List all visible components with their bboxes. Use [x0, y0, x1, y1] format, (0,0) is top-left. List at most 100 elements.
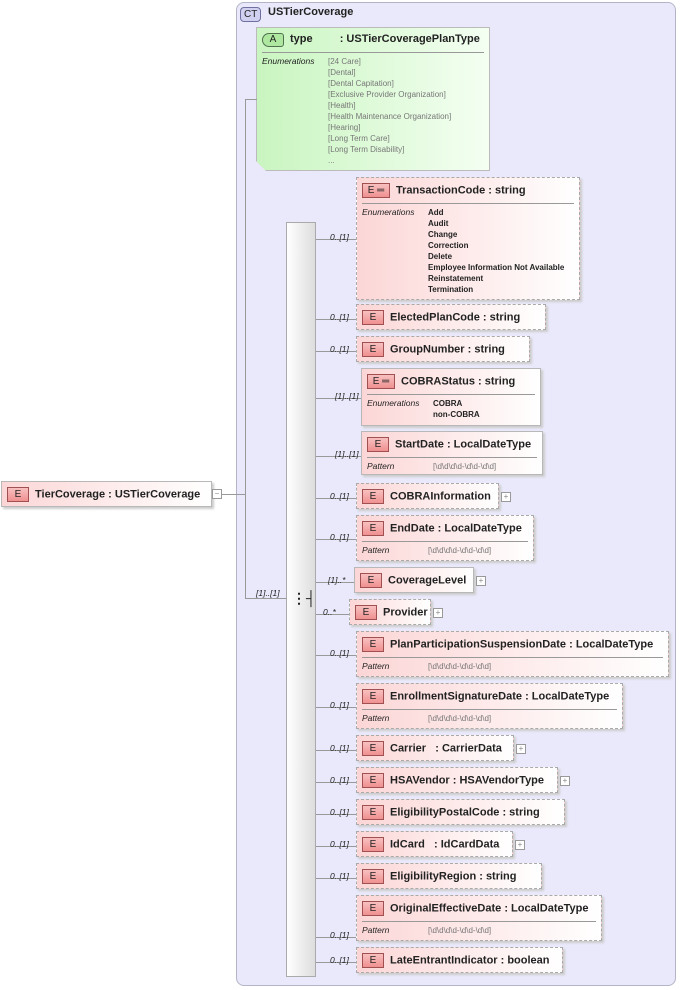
- element-box[interactable]: E GroupNumber : string: [356, 336, 530, 362]
- element-badge: E: [367, 437, 389, 452]
- detail-label: Pattern: [362, 661, 390, 671]
- attribute-type-name: : USTierCoveragePlanType: [339, 33, 480, 45]
- element-name: PlanParticipationSuspensionDate : LocalD…: [390, 638, 654, 651]
- detail-value: COBRA: [433, 399, 463, 408]
- element-multiplicity: 0..[1]: [330, 491, 349, 501]
- enum-value: [Hearing]: [328, 123, 361, 132]
- element-box[interactable]: E StartDate : LocalDateType Pattern [\d\d\d…: [361, 431, 543, 475]
- detail-label: Enumerations: [367, 398, 420, 408]
- complex-type-title: USTierCoverage: [268, 6, 354, 18]
- element-box[interactable]: E ElectedPlanCode : string: [356, 304, 546, 330]
- element-multiplicity: 0..[1]: [330, 955, 349, 965]
- element-box[interactable]: E PlanParticipationSuspensionDate : Local…: [356, 631, 669, 677]
- detail-value: [\d\d\d\d-\d\d-\d\d]: [428, 662, 492, 671]
- connector: [245, 598, 287, 599]
- detail-label: Pattern: [362, 713, 390, 723]
- enum-value: [Dental Capitation]: [328, 79, 394, 88]
- element-box[interactable]: E HSAVendor : HSAVendorType: [356, 767, 558, 793]
- element-box[interactable]: E LateEntrantIndicator : boolean: [356, 947, 563, 973]
- element-box[interactable]: E CoverageLevel: [354, 567, 474, 593]
- element-multiplicity: 0..[1]: [330, 871, 349, 881]
- element-multiplicity: 0..*: [323, 607, 336, 617]
- element-badge: E: [362, 521, 384, 536]
- element-multiplicity: 0..[1]: [330, 930, 349, 940]
- enum-value: [Long Term Disability]: [328, 145, 405, 154]
- element-box[interactable]: E OriginalEffectiveDate : LocalDateType Pa…: [356, 895, 602, 941]
- element-badge: E: [362, 837, 384, 852]
- element-multiplicity: 0..[1]: [330, 743, 349, 753]
- element-multiplicity: 0..[1]: [330, 648, 349, 658]
- expand-toggle[interactable]: +: [515, 840, 525, 850]
- element-name: StartDate : LocalDateType: [395, 438, 532, 451]
- element-box[interactable]: E ═ COBRAStatus : string Enumerations COBRA…: [361, 368, 541, 426]
- enum-value: [Health]: [328, 101, 356, 110]
- element-name: COBRAStatus : string: [401, 375, 516, 388]
- sequence-icon: ⋮┤: [292, 590, 316, 606]
- element-badge: E: [355, 605, 377, 620]
- element-multiplicity: 0..[1]: [330, 775, 349, 785]
- enum-label: Enumerations: [262, 56, 315, 66]
- element-badge: E: [362, 869, 384, 884]
- element-box[interactable]: E EligibilityPostalCode : string: [356, 799, 565, 825]
- element-box[interactable]: E Carrier : CarrierData: [356, 735, 514, 761]
- element-box[interactable]: E IdCard : IdCardData: [356, 831, 513, 857]
- expand-toggle[interactable]: +: [501, 492, 511, 502]
- element-box[interactable]: E Provider: [349, 599, 431, 625]
- element-name: IdCard : IdCardData: [390, 838, 500, 851]
- element-name: EligibilityPostalCode : string: [390, 806, 540, 819]
- element-box[interactable]: E EligibilityRegion : string: [356, 863, 542, 889]
- detail-label: Pattern: [362, 545, 390, 555]
- element-box[interactable]: E ═ TransactionCode : string Enumerations A…: [356, 177, 580, 300]
- complex-type-badge: CT: [240, 7, 262, 22]
- sequence-multiplicity: [1]..[1]: [256, 588, 280, 598]
- element-name: CoverageLevel: [388, 574, 467, 587]
- element-box[interactable]: E EndDate : LocalDateType Pattern [\d\d\d\d…: [356, 515, 534, 561]
- detail-value: Audit: [428, 219, 449, 228]
- expand-toggle[interactable]: +: [516, 744, 526, 754]
- element-box[interactable]: E EnrollmentSignatureDate : LocalDateType…: [356, 683, 623, 729]
- element-badge: E: [360, 573, 382, 588]
- element-badge: E: [362, 901, 384, 916]
- element-name: Provider: [383, 606, 428, 619]
- attribute-type[interactable]: Atype : USTierCoveragePlanType Enumerati…: [256, 27, 490, 171]
- element-badge: E: [362, 953, 384, 968]
- element-badge: E ═: [362, 183, 390, 198]
- detail-value: Reinstatement: [428, 274, 484, 283]
- element-name: HSAVendor : HSAVendorType: [390, 774, 545, 787]
- element-multiplicity: 0..[1]: [330, 839, 349, 849]
- connector: [245, 99, 257, 100]
- enum-value: [Health Maintenance Organization]: [328, 112, 452, 121]
- element-name: EligibilityRegion : string: [390, 870, 517, 883]
- attribute-name: type: [290, 33, 313, 45]
- element-multiplicity: 0..[1]: [330, 344, 349, 354]
- element-multiplicity: [1]..*: [328, 575, 346, 585]
- enum-value: ...: [328, 156, 335, 165]
- element-name: EnrollmentSignatureDate : LocalDateType: [390, 690, 610, 703]
- detail-value: Termination: [428, 285, 474, 294]
- expand-toggle[interactable]: +: [476, 576, 486, 586]
- element-badge: E: [362, 805, 384, 820]
- detail-value: [\d\d\d\d-\d\d-\d\d]: [428, 546, 492, 555]
- collapse-toggle[interactable]: −: [212, 489, 222, 499]
- root-element-tiercoverage[interactable]: E TierCoverage : USTierCoverage: [1, 481, 212, 507]
- element-name: LateEntrantIndicator : boolean: [390, 954, 550, 967]
- element-multiplicity: [1]..[1]: [335, 449, 359, 459]
- element-box[interactable]: E COBRAInformation: [356, 483, 499, 509]
- element-name: TransactionCode : string: [396, 184, 526, 197]
- expand-toggle[interactable]: +: [433, 608, 443, 618]
- element-badge: E: [362, 689, 384, 704]
- expand-toggle[interactable]: +: [560, 776, 570, 786]
- connector: [222, 494, 246, 495]
- detail-value: Change: [428, 230, 458, 239]
- detail-value: [\d\d\d\d-\d\d-\d\d]: [433, 462, 497, 471]
- detail-label: Pattern: [367, 461, 395, 471]
- element-badge: E ═: [367, 374, 395, 389]
- enum-value: [Exclusive Provider Organization]: [328, 90, 446, 99]
- element-multiplicity: 0..[1]: [330, 700, 349, 710]
- detail-value: [\d\d\d\d-\d\d-\d\d]: [428, 926, 492, 935]
- element-multiplicity: 0..[1]: [330, 312, 349, 322]
- detail-value: Employee Information Not Available: [428, 263, 565, 272]
- detail-value: non-COBRA: [433, 410, 480, 419]
- connector: [245, 99, 246, 598]
- element-multiplicity: [1]..[1]: [335, 391, 359, 401]
